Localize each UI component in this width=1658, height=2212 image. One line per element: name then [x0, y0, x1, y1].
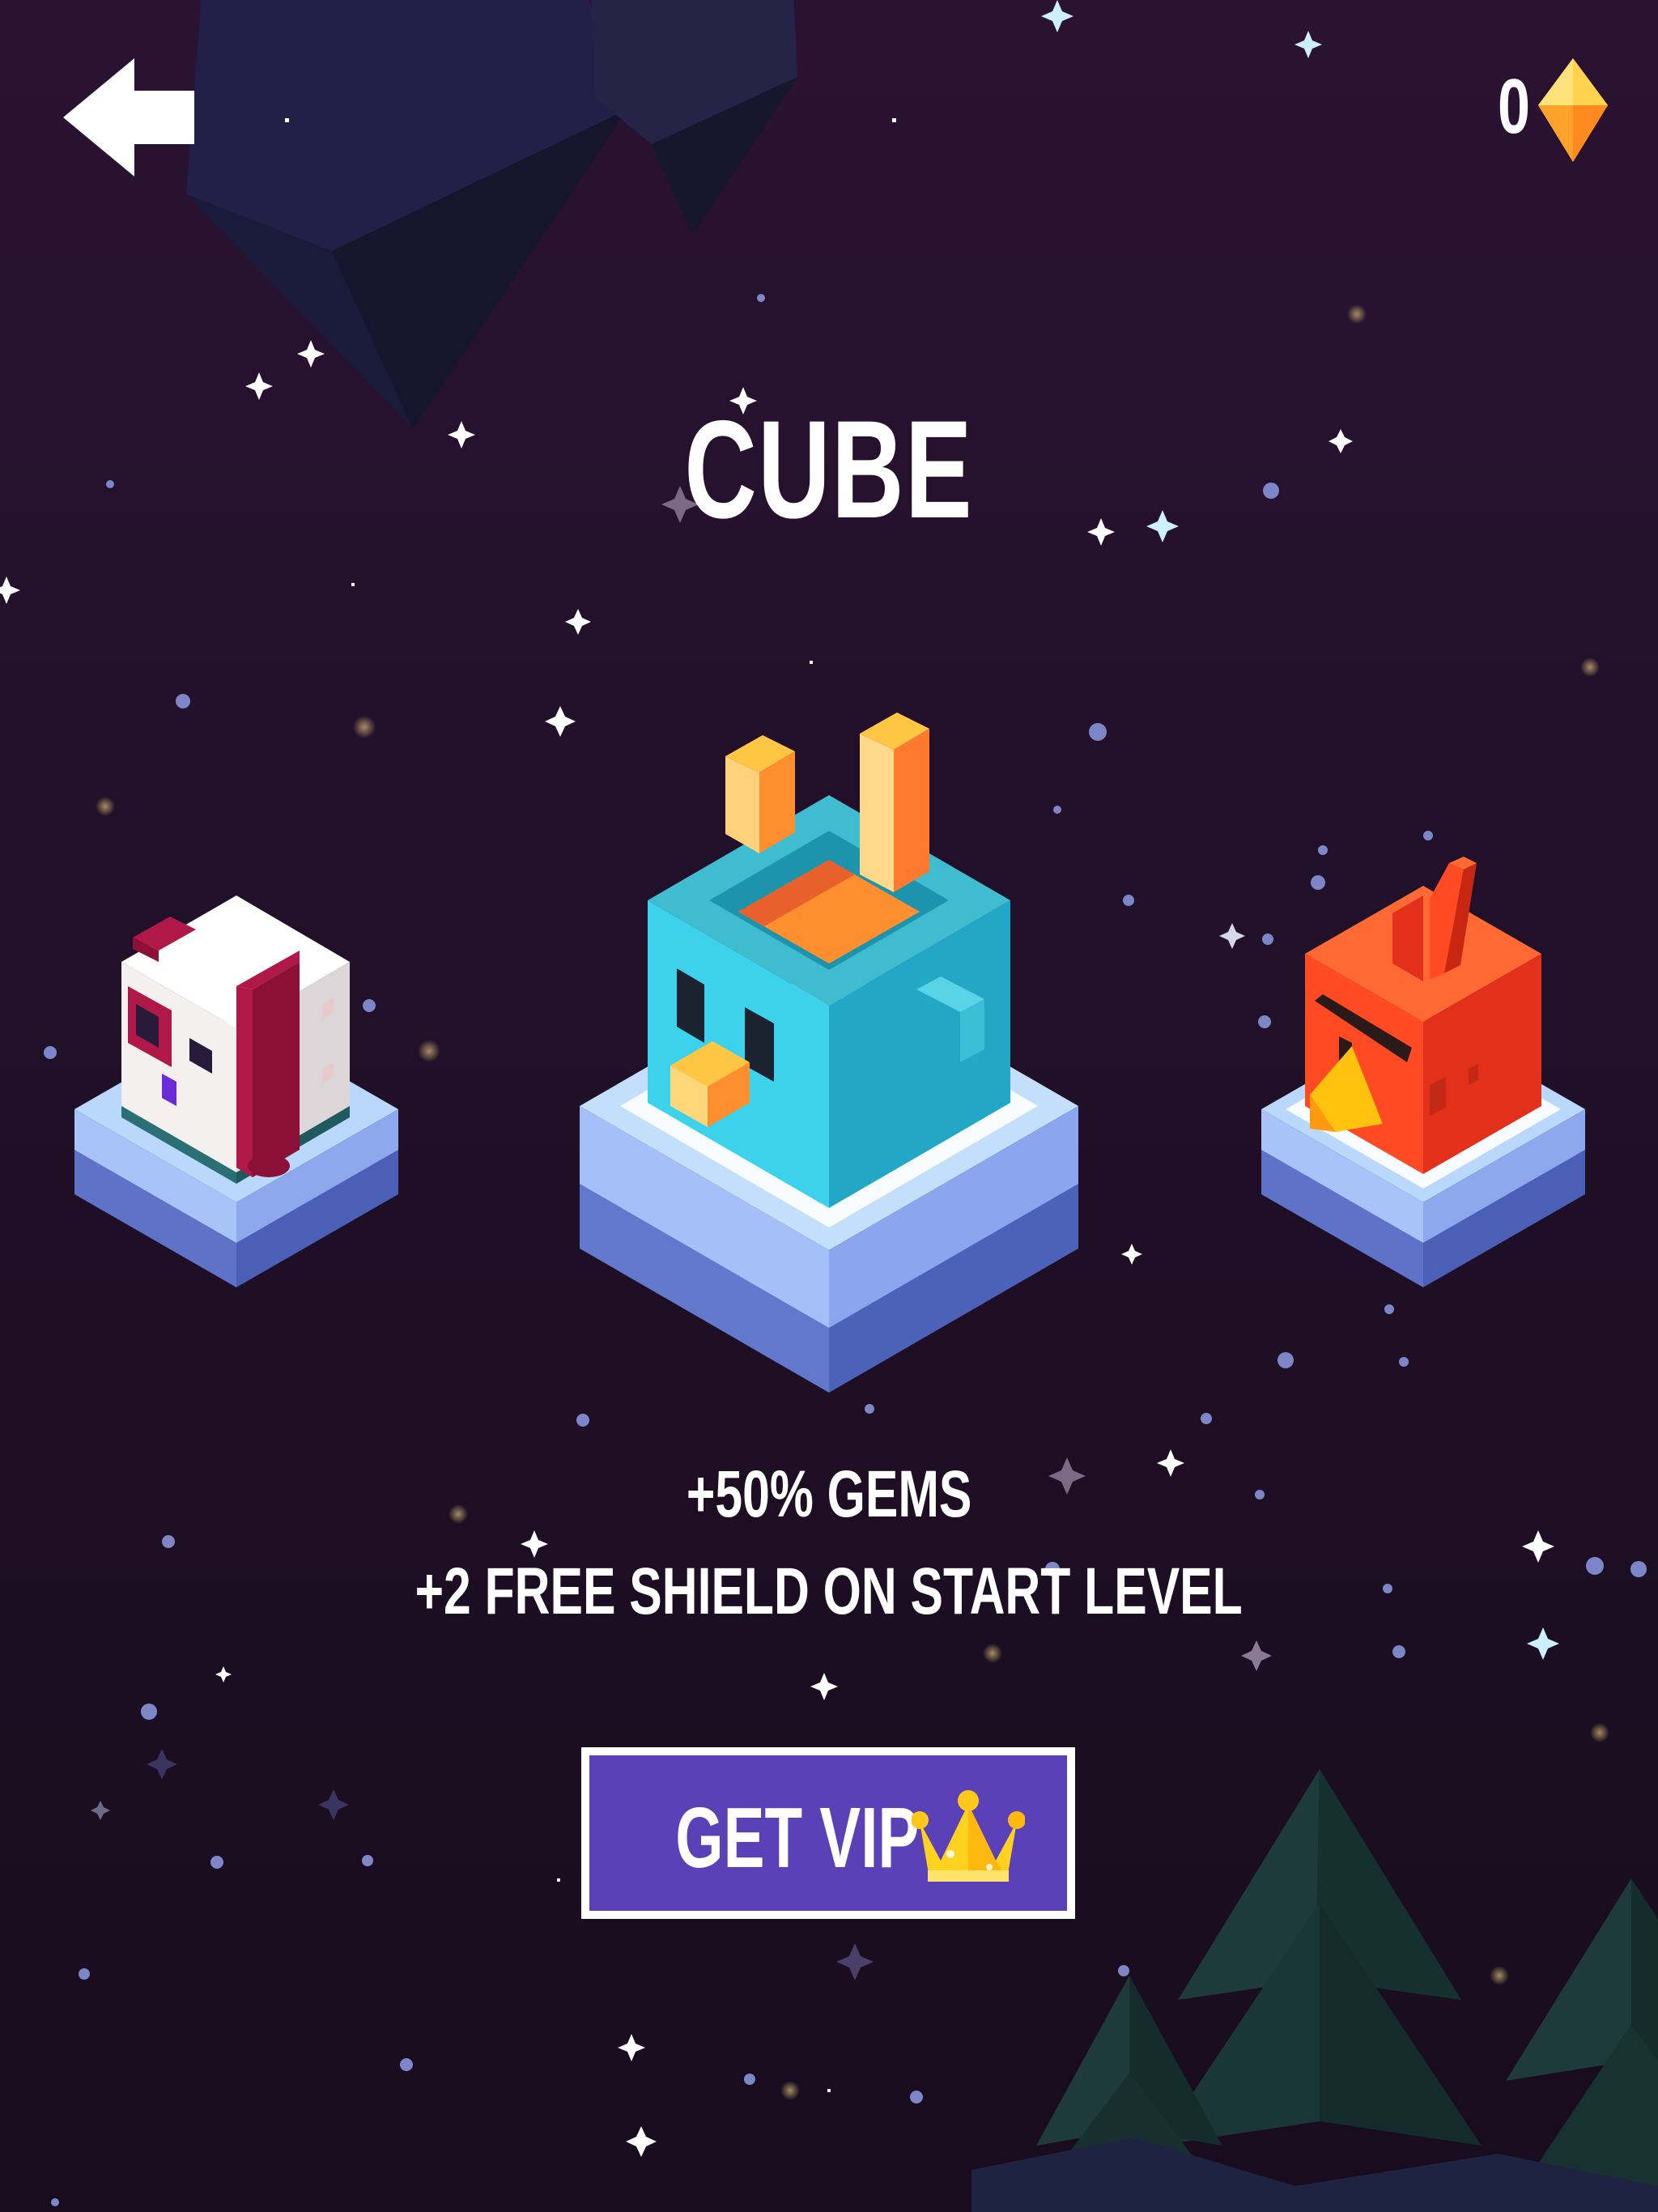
character-chicken[interactable]	[74, 883, 398, 1295]
perk-gems-text: +50% GEMS	[686, 1457, 972, 1531]
floating-rock	[186, 0, 627, 429]
gem-count: 0	[1497, 63, 1531, 150]
get-vip-button[interactable]: GET VIP	[581, 1747, 1075, 1919]
gem-counter: 0	[1473, 57, 1611, 162]
gem-icon	[1538, 58, 1608, 162]
floating-rock-small	[591, 0, 797, 235]
character-cube-bird[interactable]	[580, 709, 1078, 1393]
crown-icon	[912, 1790, 1025, 1882]
perk-gems: +50% GEMS	[0, 1454, 1658, 1535]
character-title: CUBE	[0, 389, 1658, 551]
character-title-text: CUBE	[684, 392, 974, 547]
perk-shield-text: +2 FREE SHIELD ON START LEVEL	[414, 1555, 1244, 1628]
character-angry-bird[interactable]	[1261, 850, 1585, 1295]
arrow-left-icon	[63, 58, 194, 177]
get-vip-label: GET VIP	[675, 1790, 920, 1886]
perk-shield: +2 FREE SHIELD ON START LEVEL	[0, 1551, 1658, 1632]
back-button[interactable]	[63, 58, 198, 177]
